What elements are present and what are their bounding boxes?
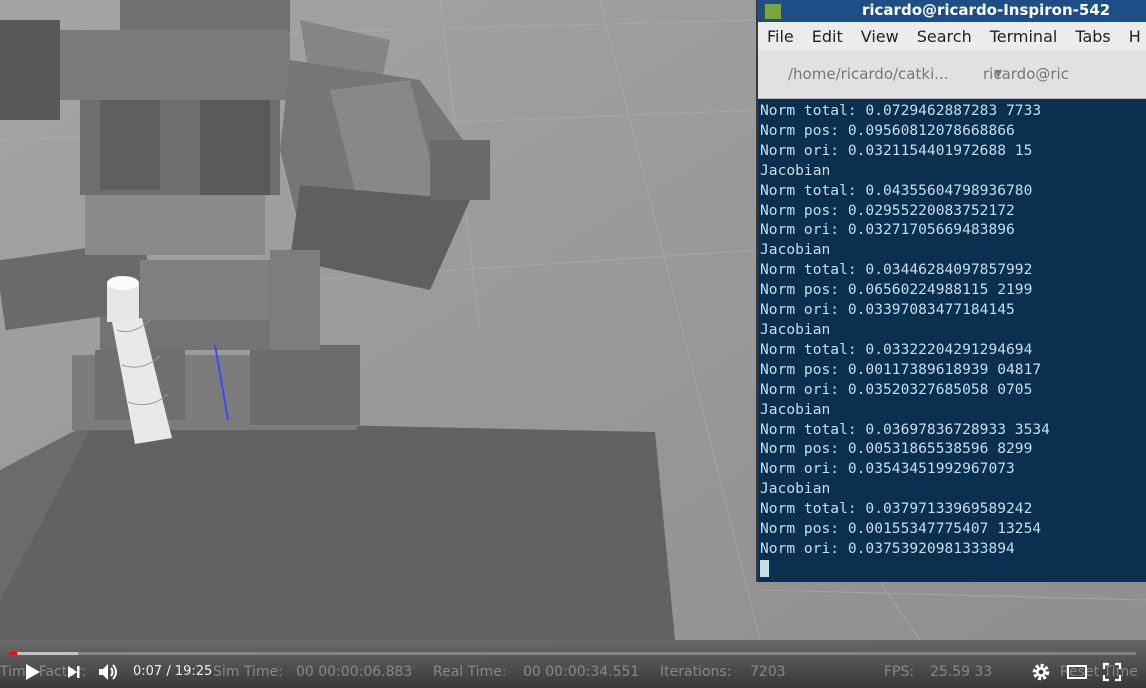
progress-buffered: [10, 652, 78, 655]
fps-label: FPS:: [884, 664, 915, 680]
play-icon[interactable]: [24, 662, 42, 682]
terminal-tab-label: ricardo@ric: [983, 65, 1069, 83]
next-icon[interactable]: [66, 662, 82, 682]
terminal-line: Norm total: 0.04355604798936780: [760, 181, 1033, 199]
fps-value: 25.59 33: [930, 664, 993, 680]
terminal-line: Norm ori: 0.03753920981333894: [760, 539, 1015, 557]
gear-icon[interactable]: [1031, 662, 1051, 682]
current-time: 0:07: [133, 664, 163, 679]
menu-search[interactable]: Search: [908, 27, 981, 46]
terminal-app-icon: [764, 3, 782, 20]
terminal-line: Norm ori: 0.03271705669483896: [760, 221, 1015, 239]
theater-icon[interactable]: [1066, 662, 1088, 682]
terminal-line: Norm total: 0.03697836728933 3534: [760, 420, 1050, 438]
terminal-line: Norm pos: 0.00117389618939 04817: [760, 360, 1042, 378]
terminal-line-header: Jacobian: [760, 241, 831, 259]
real-time-value: 00 00:00:34.551: [523, 664, 640, 680]
terminal-line: Norm pos: 0.00531865538596 8299: [760, 440, 1033, 458]
terminal-line-header: Jacobian: [760, 161, 831, 179]
terminal-line: Norm total: 0.03322204291294694: [760, 340, 1033, 358]
menu-terminal[interactable]: Terminal: [981, 27, 1067, 46]
terminal-cursor: [760, 560, 769, 578]
terminal-line: Norm pos: 0.09560812078668866: [760, 121, 1015, 139]
sim-time-label: Sim Time:: [213, 664, 283, 680]
terminal-line: Norm total: 0.0729462887283 7733: [760, 102, 1042, 119]
sim-time-value: 00 00:00:06.883: [296, 664, 413, 680]
terminal-output[interactable]: Norm total: 0.0729462887283 7733 Norm pos…: [758, 99, 1146, 579]
terminal-line-header: Jacobian: [760, 480, 831, 498]
terminal-line: Norm pos: 0.06560224988115 2199: [760, 281, 1033, 299]
terminal-line: Norm ori: 0.03543451992967073: [760, 460, 1015, 478]
terminal-tabbar: /home/ricardo/catki... ▼ ricardo@ric: [758, 50, 1146, 99]
terminal-menubar: File Edit View Search Terminal Tabs H: [758, 22, 1146, 50]
terminal-line-header: Jacobian: [760, 400, 831, 418]
terminal-line: Norm ori: 0.03397083477184145: [760, 301, 1015, 319]
terminal-titlebar[interactable]: ricardo@ricardo-Inspiron-542: [758, 0, 1146, 22]
iterations-label: Iterations:: [660, 664, 732, 680]
video-player-controls: Time Factor: Sim Time: 00 00:00:06.883 R…: [0, 640, 1146, 688]
terminal-line: Norm ori: 0.0321154401972688 15: [760, 141, 1033, 159]
menu-edit[interactable]: Edit: [803, 27, 852, 46]
terminal-tab-1[interactable]: /home/ricardo/catki... ▼: [758, 65, 1002, 83]
menu-tabs[interactable]: Tabs: [1066, 27, 1119, 46]
progress-played: [10, 652, 17, 655]
terminal-line: Norm total: 0.03797133969589242: [760, 500, 1033, 518]
menu-file[interactable]: File: [758, 27, 803, 46]
terminal-window[interactable]: ricardo@ricardo-Inspiron-542 File Edit V…: [756, 0, 1146, 582]
volume-icon[interactable]: [98, 662, 120, 682]
time-separator: /: [162, 664, 175, 679]
time-display: 0:07 / 19:25: [133, 662, 212, 682]
duration: 19:25: [174, 664, 213, 679]
terminal-title: ricardo@ricardo-Inspiron-542: [862, 1, 1111, 19]
menu-help[interactable]: H: [1120, 27, 1146, 46]
progress-bar[interactable]: [10, 652, 1136, 655]
terminal-tab-2[interactable]: ricardo@ric: [953, 65, 1146, 83]
terminal-tab-label: /home/ricardo/catki...: [788, 65, 949, 83]
table-surface: [0, 420, 675, 640]
real-time-label: Real Time:: [433, 664, 507, 680]
iterations-value: 7203: [750, 664, 786, 680]
terminal-line: Norm pos: 0.00155347775407 13254: [760, 520, 1042, 538]
terminal-line: Norm pos: 0.02955220083752172: [760, 201, 1015, 219]
terminal-line: Norm total: 0.03446284097857992: [760, 261, 1033, 279]
terminal-line: Norm ori: 0.03520327685058 0705: [760, 380, 1033, 398]
terminal-line-header: Jacobian: [760, 320, 831, 338]
menu-view[interactable]: View: [852, 27, 908, 46]
fullscreen-icon[interactable]: [1102, 662, 1122, 682]
